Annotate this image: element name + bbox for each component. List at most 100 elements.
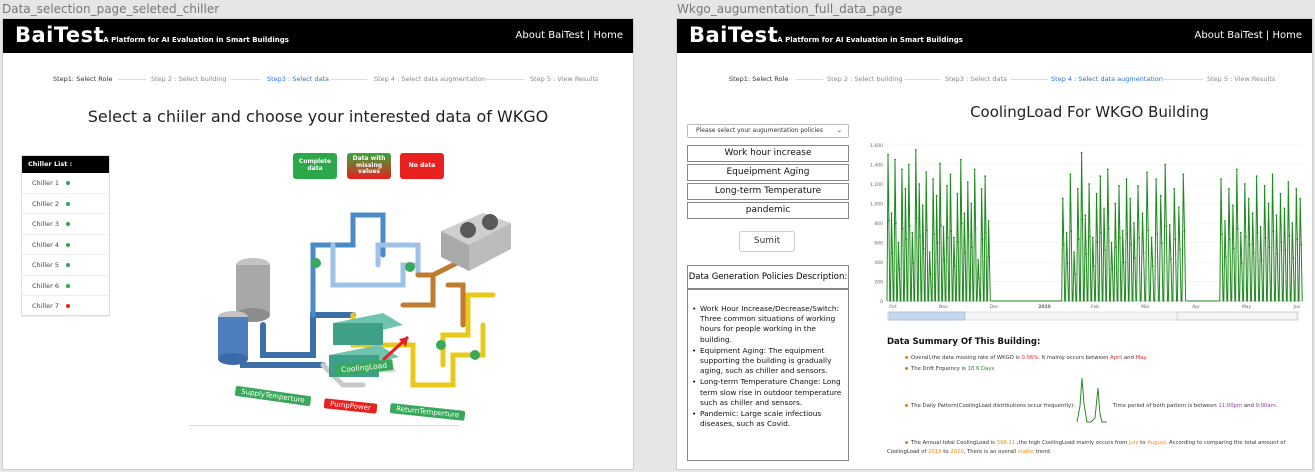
data-point	[901, 168, 903, 171]
x-tick-label: Mar	[1141, 304, 1150, 310]
data-selection-page: BaiTest -- A Platform for AI Evaluation …	[2, 18, 634, 470]
x-tick-label: May	[1242, 304, 1252, 310]
data-point	[1299, 197, 1302, 200]
policy-select[interactable]: Please select your augumentation policie…	[687, 124, 849, 138]
policy-select-placeholder: Please select your augumentation policie…	[696, 127, 823, 134]
chiller-item[interactable]: Chiller 2	[22, 194, 109, 214]
range-navigator[interactable]	[887, 311, 1299, 321]
policy-long-term-temperature[interactable]: Long-term Temperature	[687, 183, 849, 200]
summary-missing-rate: Overall,the data missing rate of WKGO is…	[905, 355, 1147, 361]
data-point	[963, 212, 966, 215]
data-point	[1231, 204, 1234, 207]
data-point	[970, 202, 973, 205]
data-point	[1168, 224, 1171, 226]
chiller-label: Chiller 3	[32, 220, 59, 228]
data-point	[1173, 187, 1176, 190]
chiller-plant-diagram	[218, 212, 511, 388]
data-point	[1096, 241, 1099, 243]
data-point	[1118, 185, 1120, 187]
data-point	[1061, 197, 1064, 200]
data-point	[987, 220, 990, 222]
policy-equipment-aging[interactable]: Equeipment Aging	[687, 164, 849, 181]
data-point	[1284, 249, 1287, 251]
data-point	[1080, 151, 1083, 154]
data-point	[1150, 236, 1153, 239]
logo[interactable]: BaiTest	[689, 23, 778, 47]
data-point	[1256, 231, 1259, 234]
data-point	[912, 262, 915, 265]
step-1[interactable]: Step1: Select Role	[53, 75, 112, 83]
y-tick-label: 1,000	[870, 202, 883, 208]
data-point	[980, 187, 983, 190]
chiller-item[interactable]: Chiller 4	[22, 235, 109, 255]
data-point	[1084, 214, 1087, 217]
data-point	[1229, 238, 1231, 241]
step-3[interactable]: Step3 : Select data	[945, 75, 1007, 83]
data-point	[919, 235, 922, 238]
summary-daily-pattern: The Daily Pattern(CoolingLoad distributi…	[905, 403, 1075, 409]
data-point	[1291, 222, 1294, 224]
x-tick-label: Dec	[990, 304, 999, 310]
header-nav[interactable]: About BaiTest | Home	[1195, 30, 1302, 41]
summary-annual: The Annual total CoolingLoad is 398.11 ,…	[905, 440, 1285, 446]
chiller-item[interactable]: Chiller 3	[22, 214, 109, 235]
data-point	[1272, 230, 1275, 233]
data-point	[1224, 220, 1226, 222]
data-point	[1088, 183, 1090, 185]
step-2[interactable]: Step 2 : Select building	[151, 75, 226, 83]
data-point	[1065, 231, 1068, 234]
y-tick-label: 1,200	[870, 182, 883, 188]
policy-work-hour[interactable]: Work hour increase	[687, 145, 849, 162]
data-point	[936, 242, 939, 244]
step-1[interactable]: Step1: Select Role	[729, 75, 788, 83]
y-tick-label: 200	[874, 280, 883, 286]
data-point	[1239, 231, 1242, 234]
coolingload-series-line	[1136, 164, 1187, 302]
data-point	[1183, 230, 1186, 233]
step-5[interactable]: Step 5 : View Results	[1207, 75, 1275, 83]
chiller-item[interactable]: Chiller 7	[22, 296, 109, 317]
data-point	[1255, 175, 1258, 178]
step-4[interactable]: Step 4 : Select data augmentation	[1051, 75, 1163, 83]
summary-drift: The Drift Frquency is 18.6 Days	[905, 366, 994, 372]
status-dot-icon	[65, 242, 70, 247]
chiller-item[interactable]: Chiller 1	[22, 173, 109, 194]
chiller-list-header: Chiller List :	[22, 156, 109, 173]
chart-title: CoolingLoad For WKGO Building	[970, 103, 1209, 121]
step-divider	[905, 79, 941, 80]
data-point	[894, 158, 896, 161]
x-tick-label: Nov	[939, 304, 948, 310]
policy-descriptions: Work Hour Increase/Decrease/Switch: Thre…	[687, 289, 849, 461]
step-5[interactable]: Step 5 : View Results	[530, 75, 598, 83]
data-point	[1179, 248, 1181, 251]
step-2[interactable]: Step 2 : Select building	[827, 75, 902, 83]
policy-pandemic[interactable]: pandemic	[687, 202, 849, 219]
data-point	[973, 168, 976, 171]
data-point	[977, 259, 980, 261]
chiller-item[interactable]: Chiller 6	[22, 276, 109, 296]
step-4[interactable]: Step 4 : Select data augmentation	[374, 75, 486, 83]
data-point	[1271, 173, 1274, 176]
chiller-item[interactable]: Chiller 5	[22, 255, 109, 276]
data-point	[897, 241, 900, 244]
submit-button[interactable]: Sumit	[739, 231, 795, 252]
status-dot-icon	[65, 181, 70, 185]
x-tick-label: Jun	[1292, 304, 1300, 310]
data-point	[1287, 181, 1290, 183]
left-caption: Data_selection_page_seleted_chiller	[2, 2, 220, 16]
data-point	[1169, 258, 1172, 261]
data-point	[967, 234, 970, 237]
data-point	[894, 222, 897, 225]
data-point	[1275, 214, 1278, 217]
data-point	[887, 153, 889, 156]
page-title: Select a chiiler and choose your interes…	[87, 107, 549, 126]
logo[interactable]: BaiTest	[15, 23, 104, 47]
status-dot-icon	[65, 201, 70, 206]
step-3[interactable]: Step3 : Select data	[267, 75, 329, 83]
data-point	[1114, 202, 1117, 205]
data-point	[1122, 261, 1125, 264]
header-nav[interactable]: About BaiTest | Home	[516, 30, 623, 41]
data-point	[1119, 236, 1121, 239]
step-divider	[795, 79, 823, 80]
data-point	[901, 227, 904, 230]
